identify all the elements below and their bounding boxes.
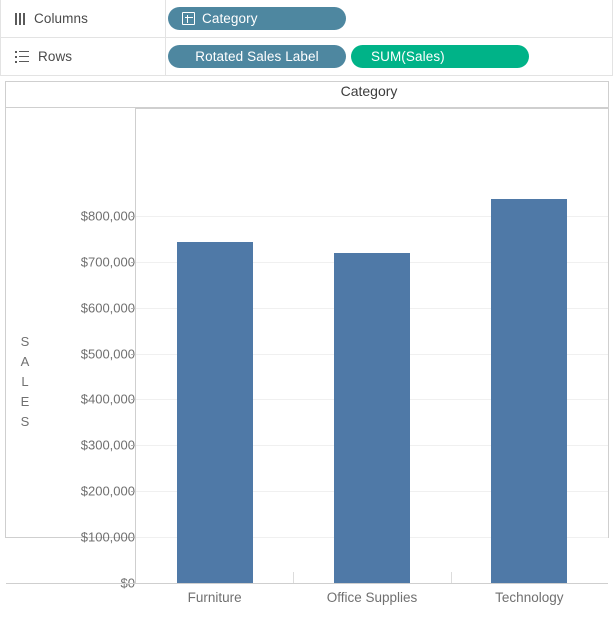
y-axis-tick-label: $400,000 <box>80 391 135 407</box>
column-header-title: Category <box>340 83 398 99</box>
rows-shelf-label: Rows <box>38 49 73 64</box>
hierarchy-expand-icon[interactable] <box>182 12 195 25</box>
y-axis-tick-label: $100,000 <box>80 529 135 545</box>
bar[interactable] <box>491 198 568 583</box>
plot-area[interactable] <box>136 109 608 584</box>
y-axis-tick-mark <box>131 216 135 217</box>
pill-sum-sales-text: SUM(Sales) <box>371 49 445 64</box>
y-axis-tick-mark <box>131 445 135 446</box>
y-axis-tick-mark <box>131 354 135 355</box>
y-axis-tick-label: $200,000 <box>80 483 135 499</box>
y-axis-tick-mark <box>131 262 135 263</box>
y-axis-tick-mark <box>131 399 135 400</box>
x-axis-separator <box>450 572 452 583</box>
y-axis-tick-label: $800,000 <box>80 208 135 224</box>
y-axis-title-letter: S <box>20 414 30 429</box>
x-axis-tick-label[interactable]: Furniture <box>188 590 242 605</box>
y-axis-tick-mark <box>131 308 135 309</box>
y-axis-tick-label: $600,000 <box>80 300 135 316</box>
x-axis-tick-label[interactable]: Technology <box>495 590 563 605</box>
rows-shelf-dropzone[interactable]: Rotated Sales Label SUM(Sales) <box>166 38 613 75</box>
visualization-pane[interactable]: Category SALES $0 $100,000 $200,000 $300,00… <box>0 76 613 605</box>
columns-shelf-label: Columns <box>34 11 88 26</box>
columns-shelf[interactable]: Columns Category <box>0 0 613 38</box>
y-axis: SALES $0 $100,000 $200,000 $300,000 $400,000… <box>0 76 135 619</box>
shelf-area: Columns Category Rows Rotated Sales Labe… <box>0 0 613 76</box>
x-axis-separator <box>293 572 295 583</box>
columns-icon <box>15 12 25 25</box>
rows-shelf-label-cell: Rows <box>0 38 166 75</box>
y-axis-title-letter: L <box>21 374 29 389</box>
pill-rotated-sales-label-text: Rotated Sales Label <box>195 49 319 64</box>
pill-rotated-sales-label[interactable]: Rotated Sales Label <box>168 45 346 68</box>
bar[interactable] <box>176 242 253 583</box>
rows-icon <box>15 50 29 63</box>
y-axis-tick-mark <box>131 537 135 538</box>
x-axis-tick-label[interactable]: Office Supplies <box>327 590 418 605</box>
rows-shelf[interactable]: Rows Rotated Sales Label SUM(Sales) <box>0 38 613 76</box>
y-axis-tick-label: $500,000 <box>80 346 135 361</box>
pill-category[interactable]: Category <box>168 7 346 30</box>
bar[interactable] <box>334 252 410 583</box>
x-axis-baseline <box>6 583 608 584</box>
columns-shelf-dropzone[interactable]: Category <box>166 0 613 37</box>
pill-sum-sales[interactable]: SUM(Sales) <box>351 45 529 68</box>
y-axis-tick-label: $300,000 <box>80 437 135 453</box>
y-axis-tick-label: $700,000 <box>80 254 135 270</box>
pill-category-label: Category <box>202 11 258 26</box>
y-axis-tick-mark <box>131 491 135 492</box>
columns-shelf-label-cell: Columns <box>0 0 166 37</box>
